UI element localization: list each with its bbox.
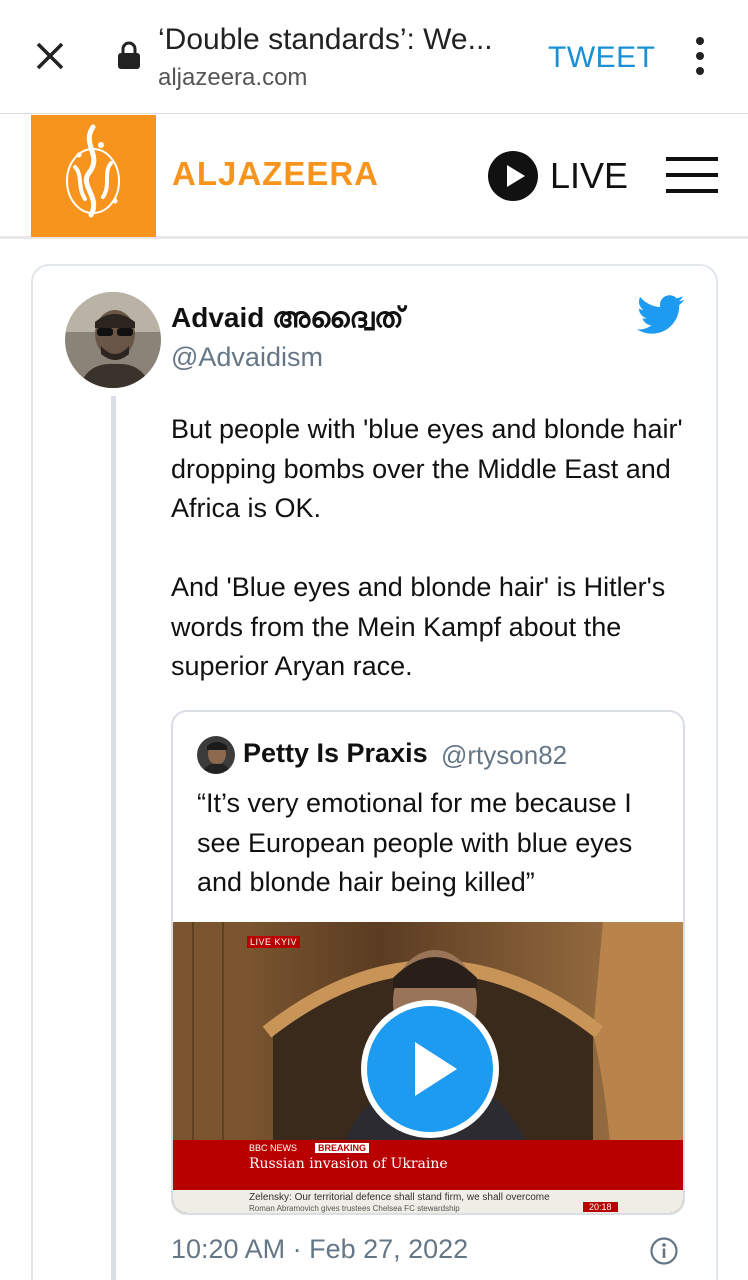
- play-icon: [415, 1042, 457, 1096]
- tweet-paragraph: And 'Blue eyes and blonde hair' is Hitle…: [171, 572, 666, 681]
- news-ticker-text: Roman Abramovich gives trustees Chelsea …: [249, 1204, 460, 1213]
- play-icon: [488, 151, 538, 201]
- quoted-tweet[interactable]: Petty Is Praxis @rtyson82 “It’s very emo…: [171, 710, 685, 1215]
- info-icon[interactable]: [649, 1236, 679, 1266]
- author-avatar[interactable]: [65, 292, 161, 388]
- embedded-tweet[interactable]: Advaid അദ്വൈത് @Advaidism But people wit…: [31, 264, 718, 1280]
- quoted-author-avatar[interactable]: [197, 736, 235, 774]
- close-icon[interactable]: [30, 36, 70, 76]
- author-name[interactable]: Advaid അദ്വൈത്: [171, 302, 404, 335]
- channel-logo: BBC NEWS: [249, 1143, 298, 1153]
- author-handle[interactable]: @Advaidism: [171, 342, 323, 373]
- more-options-icon[interactable]: [690, 36, 710, 76]
- lock-icon: [118, 41, 140, 69]
- live-kyiv-badge: LIVE KYIV: [247, 936, 301, 948]
- brand-name: ALJAZEERA: [172, 155, 380, 192]
- quoted-author-name[interactable]: Petty Is Praxis: [243, 738, 428, 769]
- site-header: ALJAZEERA LIVE: [0, 115, 748, 239]
- news-ticker: Zelensky: Our territorial defence shall …: [173, 1190, 683, 1213]
- tweet-paragraph: But people with 'blue eyes and blonde ha…: [171, 414, 683, 523]
- news-lower-third: BBC NEWS BREAKING Russian invasion of Uk…: [173, 1140, 683, 1190]
- news-headline: Russian invasion of Ukraine: [249, 1156, 448, 1172]
- news-clock: 20:18: [583, 1202, 618, 1212]
- quoted-tweet-text: “It’s very emotional for me because I se…: [197, 788, 633, 897]
- tweet-timestamp[interactable]: 10:20 AM · Feb 27, 2022: [171, 1234, 468, 1265]
- thread-line: [111, 396, 116, 1280]
- aljazeera-emblem-icon: [66, 124, 120, 218]
- live-label: LIVE: [550, 155, 629, 196]
- twitter-bird-icon[interactable]: [637, 294, 685, 336]
- breaking-badge: BREAKING: [315, 1143, 370, 1153]
- menu-icon[interactable]: [666, 155, 718, 195]
- tweet-text: But people with 'blue eyes and blonde ha…: [171, 410, 691, 726]
- video-play-button[interactable]: [361, 1000, 499, 1138]
- browser-toolbar: ‘Double standards’: We... aljazeera.com …: [0, 0, 748, 114]
- news-subheadline: Zelensky: Our territorial defence shall …: [249, 1192, 550, 1203]
- aljazeera-logo[interactable]: [31, 115, 156, 237]
- live-button[interactable]: LIVE: [488, 151, 628, 201]
- page-title: ‘Double standards’: We...: [158, 23, 493, 56]
- tweet-button[interactable]: TWEET: [548, 40, 656, 76]
- quoted-author-handle[interactable]: @rtyson82: [441, 740, 567, 771]
- video-thumbnail[interactable]: LIVE KYIV BBC NEWS BREAKING Russian inva…: [173, 922, 683, 1213]
- page-domain: aljazeera.com: [158, 64, 308, 91]
